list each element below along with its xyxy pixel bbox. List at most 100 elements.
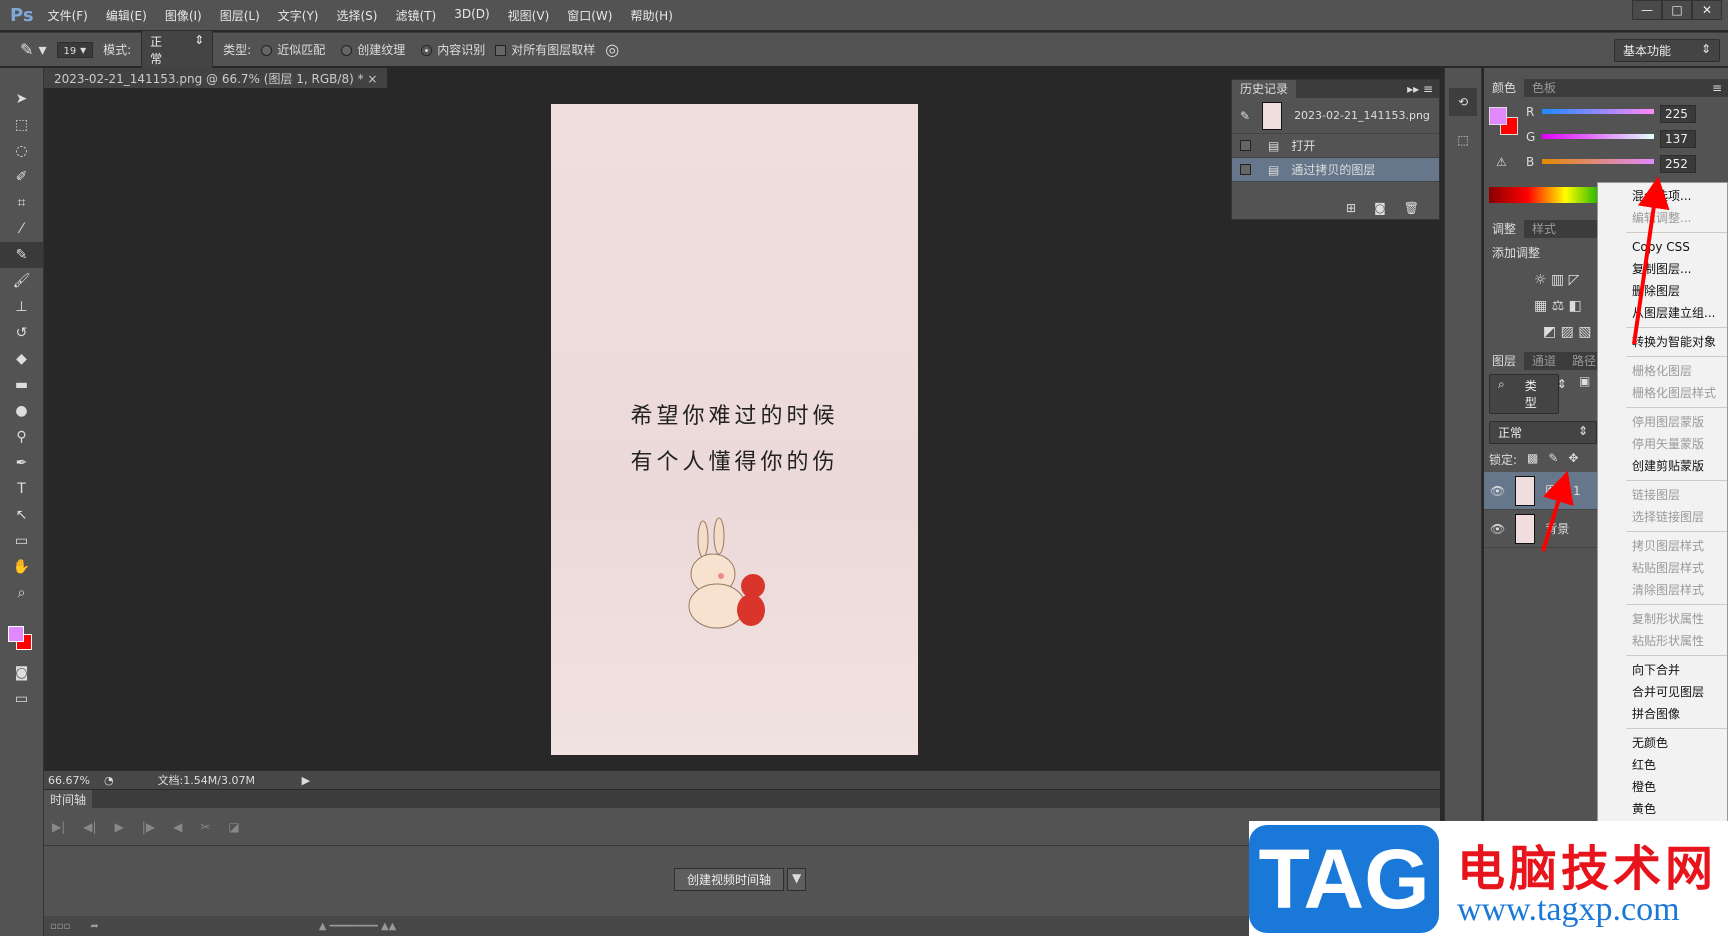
menu-item[interactable]: 帮助(H) bbox=[630, 7, 672, 24]
menu-item[interactable]: 图层(L) bbox=[220, 7, 260, 24]
tab-channels[interactable]: 通道 bbox=[1524, 352, 1564, 370]
document-tab[interactable]: 2023-02-21_141153.png @ 66.7% (图层 1, RGB… bbox=[44, 68, 388, 88]
first-frame-icon[interactable]: ▶| bbox=[52, 820, 65, 834]
minimize-button[interactable]: — bbox=[1632, 0, 1662, 20]
brush-tool-icon[interactable]: 🖌 bbox=[0, 268, 43, 294]
close-tab-icon[interactable]: × bbox=[367, 72, 377, 86]
menu-item[interactable]: 3D(D) bbox=[454, 7, 489, 24]
spot-healing-brush-icon[interactable]: ✎ ▾ bbox=[20, 40, 47, 59]
screen-mode-icon[interactable]: ▭ bbox=[0, 686, 43, 712]
move-tool-icon[interactable]: ➤ bbox=[0, 86, 43, 112]
zoom-tool-icon[interactable]: ⌕ bbox=[0, 580, 43, 606]
frames-icon[interactable]: ▫▫▫ bbox=[50, 921, 70, 932]
tab-styles[interactable]: 样式 bbox=[1524, 220, 1564, 238]
panel-menu-icon[interactable]: ▸▸ ≡ bbox=[1407, 82, 1439, 96]
tab-swatches[interactable]: 色板 bbox=[1524, 79, 1564, 97]
dodge-tool-icon[interactable]: ⚲ bbox=[0, 424, 43, 450]
tab-layers[interactable]: 图层 bbox=[1484, 352, 1525, 370]
tab-color[interactable]: 颜色 bbox=[1484, 79, 1525, 97]
brush-size-picker[interactable]: 19 ▾ bbox=[56, 41, 94, 58]
history-item[interactable]: ▤ 通过拷贝的图层 bbox=[1232, 158, 1439, 182]
sample-all-layers-checkbox[interactable]: 对所有图层取样 bbox=[495, 41, 595, 58]
timeline-dropdown[interactable]: ▼ bbox=[787, 868, 807, 891]
menu-item[interactable]: 选择(S) bbox=[337, 7, 378, 24]
menu-item[interactable]: 图像(I) bbox=[165, 7, 202, 24]
image-filter-icon[interactable]: ▣ bbox=[1579, 374, 1590, 414]
context-menu-item[interactable]: 删除图层 bbox=[1598, 280, 1727, 302]
tab-history[interactable]: 历史记录 bbox=[1232, 80, 1297, 98]
quick-select-tool-icon[interactable]: ✐ bbox=[0, 164, 43, 190]
r-value[interactable]: 225 bbox=[1660, 105, 1696, 123]
marquee-tool-icon[interactable]: ⬚ bbox=[0, 112, 43, 138]
eyedropper-tool-icon[interactable]: ⁄ bbox=[0, 216, 43, 242]
foreground-color-swatch[interactable] bbox=[1489, 107, 1507, 125]
context-menu-item[interactable]: 转换为智能对象 bbox=[1598, 331, 1727, 353]
gamut-warning-icon[interactable]: ⚠ bbox=[1496, 155, 1507, 169]
path-select-tool-icon[interactable]: ↖ bbox=[0, 502, 43, 528]
context-menu-item[interactable]: 向下合并 bbox=[1598, 659, 1727, 681]
properties-panel-icon[interactable]: ⬚ bbox=[1449, 126, 1477, 154]
type-radio[interactable]: 内容识别 bbox=[421, 41, 485, 58]
pressure-icon[interactable]: ◎ bbox=[605, 40, 619, 59]
pen-tool-icon[interactable]: ✒ bbox=[0, 450, 43, 476]
context-menu-item[interactable]: 合并可见图层 bbox=[1598, 681, 1727, 703]
transition-icon[interactable]: ◪ bbox=[228, 820, 239, 834]
play-icon[interactable]: ▶ bbox=[115, 820, 124, 834]
blend-mode-select[interactable]: 正常 ⇕ bbox=[1489, 421, 1597, 444]
panel-menu-icon[interactable]: ≡ bbox=[1712, 81, 1728, 95]
type-radio[interactable]: 近似匹配 bbox=[261, 41, 325, 58]
history-snapshot[interactable]: ✎ 2023-02-21_141153.png bbox=[1232, 98, 1439, 134]
context-menu-item[interactable]: Copy CSS bbox=[1598, 236, 1727, 258]
trash-icon[interactable]: 🗑 bbox=[1404, 201, 1419, 215]
history-brush-tool-icon[interactable]: ↺ bbox=[0, 320, 43, 346]
camera-icon[interactable]: ◙ bbox=[1374, 201, 1386, 215]
context-menu-item[interactable]: 黄色 bbox=[1598, 798, 1727, 820]
healing-brush-tool-icon[interactable]: ✎ bbox=[0, 242, 43, 268]
close-button[interactable]: ✕ bbox=[1692, 0, 1722, 20]
status-menu-arrow[interactable]: ▶ bbox=[302, 774, 310, 787]
audio-icon[interactable]: ◀ bbox=[173, 820, 182, 834]
g-slider[interactable] bbox=[1542, 134, 1654, 139]
context-menu-item[interactable]: 红色 bbox=[1598, 754, 1727, 776]
context-menu-item[interactable]: 橙色 bbox=[1598, 776, 1727, 798]
menu-item[interactable]: 滤镜(T) bbox=[395, 7, 436, 24]
lock-position-icon[interactable]: ✥ bbox=[1568, 451, 1578, 468]
context-menu-item[interactable]: 混合选项... bbox=[1598, 185, 1727, 207]
layer-filter-select[interactable]: ⌕ 类型 ⇕ bbox=[1489, 374, 1567, 414]
gradient-tool-icon[interactable]: ▬ bbox=[0, 372, 43, 398]
context-menu-item[interactable]: 拼合图像 bbox=[1598, 703, 1727, 725]
scissors-icon[interactable]: ✂ bbox=[200, 820, 210, 834]
type-tool-icon[interactable]: T bbox=[0, 476, 43, 502]
menu-item[interactable]: 编辑(E) bbox=[106, 7, 147, 24]
shape-tool-icon[interactable]: ▭ bbox=[0, 528, 43, 554]
prev-frame-icon[interactable]: ◀| bbox=[83, 820, 96, 834]
crop-tool-icon[interactable]: ⌗ bbox=[0, 190, 43, 216]
tab-timeline[interactable]: 时间轴 bbox=[44, 790, 93, 808]
menu-item[interactable]: 文件(F) bbox=[48, 7, 88, 24]
context-menu-item[interactable]: 复制图层... bbox=[1598, 258, 1727, 280]
color-swatches[interactable] bbox=[0, 620, 43, 660]
menu-item[interactable]: 视图(V) bbox=[508, 7, 550, 24]
maximize-button[interactable]: □ bbox=[1662, 0, 1692, 20]
context-menu-item[interactable]: 从图层建立组... bbox=[1598, 302, 1727, 324]
stamp-tool-icon[interactable]: ⊥ bbox=[0, 294, 43, 320]
zoom-slider[interactable]: ▲ ━━━━━━━━ ▲▲ bbox=[319, 921, 397, 932]
g-value[interactable]: 137 bbox=[1660, 130, 1696, 148]
context-menu-item[interactable]: 创建剪贴蒙版 bbox=[1598, 455, 1727, 477]
context-menu-item[interactable]: 无颜色 bbox=[1598, 732, 1727, 754]
type-radio[interactable]: 创建纹理 bbox=[341, 41, 405, 58]
new-document-icon[interactable]: ⊞ bbox=[1346, 201, 1356, 215]
document-canvas[interactable]: 希望你难过的时候 有个人懂得你的伤 bbox=[551, 104, 918, 755]
eye-icon[interactable]: 👁 bbox=[1490, 484, 1505, 498]
workspace-select[interactable]: 基本功能 ⇕ bbox=[1614, 39, 1720, 62]
menu-item[interactable]: 文字(Y) bbox=[278, 7, 319, 24]
tab-adjustments[interactable]: 调整 bbox=[1484, 220, 1525, 238]
status-icon[interactable]: ◔ bbox=[104, 774, 114, 787]
lock-transparency-icon[interactable]: ▩ bbox=[1527, 451, 1538, 468]
lock-pixels-icon[interactable]: ✎ bbox=[1548, 451, 1558, 468]
convert-icon[interactable]: ➦ bbox=[90, 921, 98, 932]
quick-mask-icon[interactable]: ◙ bbox=[0, 660, 43, 686]
menu-item[interactable]: 窗口(W) bbox=[567, 7, 612, 24]
history-item[interactable]: ▤ 打开 bbox=[1232, 134, 1439, 158]
blur-tool-icon[interactable]: ● bbox=[0, 398, 43, 424]
